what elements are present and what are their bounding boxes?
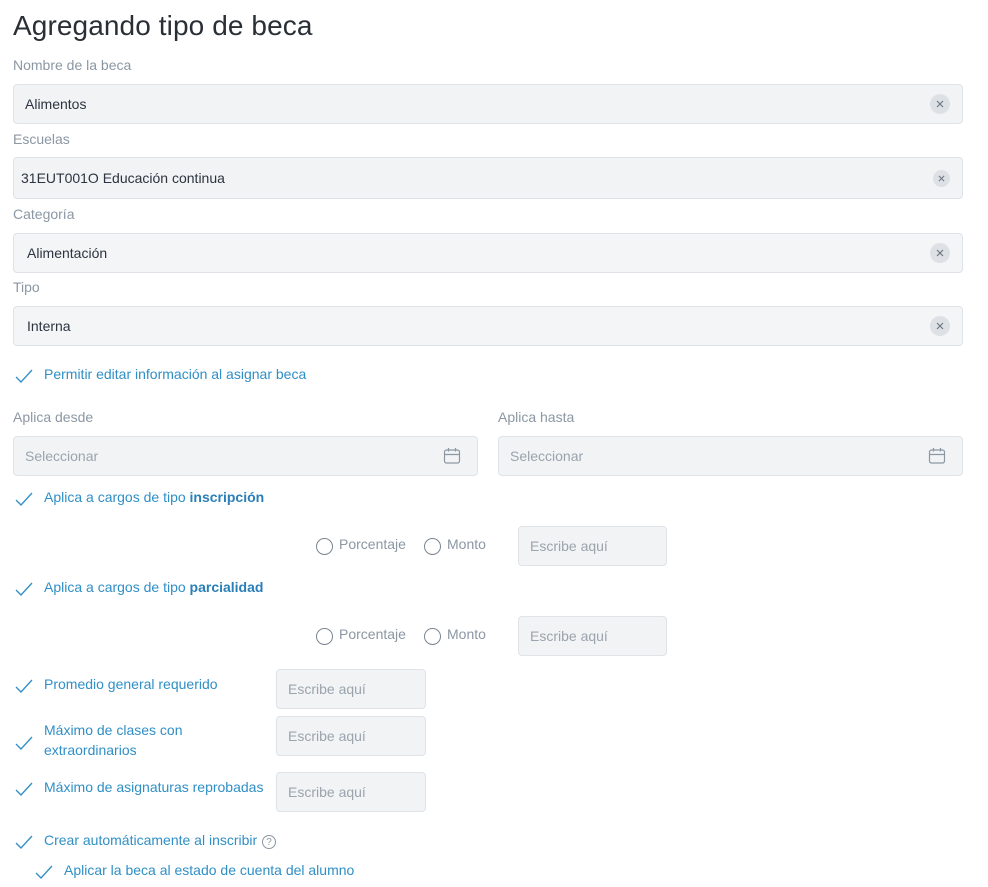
- max-extra-label-line1: Máximo de clases con: [44, 722, 183, 738]
- aplicar-estado-checkbox[interactable]: [35, 865, 53, 884]
- parcialidad-monto-radio[interactable]: [424, 628, 441, 645]
- parcialidad-porcentaje-label[interactable]: Porcentaje: [339, 626, 406, 642]
- parcialidad-prefix: Aplica a cargos de tipo: [44, 579, 190, 595]
- inscripcion-monto-label[interactable]: Monto: [447, 536, 486, 552]
- max-extra-label-line2: extraordinarios: [44, 742, 137, 758]
- inscripcion-bold: inscripción: [189, 489, 265, 505]
- tipo-select[interactable]: Interna: [13, 306, 963, 346]
- aplica-desde-label: Aplica desde: [13, 409, 94, 425]
- aplica-desde-placeholder: Seleccionar: [25, 448, 99, 464]
- parcialidad-label[interactable]: Aplica a cargos de tipo parcialidad: [44, 577, 263, 597]
- tipo-value: Interna: [27, 318, 71, 334]
- max-reprobadas-checkbox[interactable]: [15, 782, 33, 801]
- nombre-value: Alimentos: [25, 96, 87, 112]
- page-title: Agregando tipo de beca: [13, 10, 313, 41]
- aplica-hasta-placeholder: Seleccionar: [510, 448, 584, 464]
- check-icon: [15, 679, 33, 693]
- check-icon: [15, 835, 33, 849]
- escuelas-select[interactable]: 31EUT001O Educación continua: [13, 157, 963, 199]
- check-icon: [15, 736, 33, 750]
- nombre-input[interactable]: Alimentos: [13, 84, 963, 124]
- aplicar-estado-label[interactable]: Aplicar la beca al estado de cuenta del …: [64, 860, 354, 880]
- check-icon: [15, 492, 33, 506]
- aplica-hasta-label: Aplica hasta: [498, 409, 575, 425]
- aplica-hasta-datepicker[interactable]: Seleccionar: [498, 436, 963, 476]
- promedio-checkbox[interactable]: [15, 679, 33, 698]
- inscripcion-prefix: Aplica a cargos de tipo: [44, 489, 190, 505]
- inscripcion-checkbox[interactable]: [15, 492, 33, 511]
- escuelas-label: Escuelas: [13, 131, 70, 147]
- check-icon: [15, 582, 33, 596]
- inscripcion-label[interactable]: Aplica a cargos de tipo inscripción: [44, 487, 264, 507]
- calendar-icon[interactable]: [443, 447, 461, 465]
- max-reprobadas-input[interactable]: Escribe aquí: [276, 772, 426, 812]
- close-icon[interactable]: [930, 243, 950, 263]
- check-icon: [15, 369, 33, 383]
- close-icon[interactable]: [930, 94, 950, 114]
- max-reprobadas-placeholder: Escribe aquí: [288, 784, 366, 800]
- max-extra-label[interactable]: Máximo de clases con extraordinarios: [44, 720, 183, 760]
- inscripcion-amount-input[interactable]: Escribe aquí: [518, 526, 667, 566]
- crear-auto-label[interactable]: Crear automáticamente al inscribir: [44, 830, 257, 850]
- inscripcion-amount-placeholder: Escribe aquí: [530, 538, 608, 554]
- max-reprobadas-label[interactable]: Máximo de asignaturas reprobadas: [44, 777, 263, 797]
- promedio-label[interactable]: Promedio general requerido: [44, 674, 218, 694]
- permitir-editar-checkbox[interactable]: [15, 369, 33, 388]
- categoria-value: Alimentación: [27, 245, 108, 261]
- calendar-icon[interactable]: [928, 447, 946, 465]
- parcialidad-monto-label[interactable]: Monto: [447, 626, 486, 642]
- max-extra-checkbox[interactable]: [15, 736, 33, 755]
- inscripcion-porcentaje-label[interactable]: Porcentaje: [339, 536, 406, 552]
- promedio-input[interactable]: Escribe aquí: [276, 669, 426, 709]
- tipo-label: Tipo: [13, 279, 40, 295]
- help-icon[interactable]: ?: [262, 835, 276, 849]
- max-extra-placeholder: Escribe aquí: [288, 728, 366, 744]
- aplica-desde-datepicker[interactable]: Seleccionar: [13, 436, 478, 476]
- parcialidad-bold: parcialidad: [189, 579, 264, 595]
- categoria-label: Categoría: [13, 206, 75, 222]
- max-extra-input[interactable]: Escribe aquí: [276, 716, 426, 756]
- inscripcion-monto-radio[interactable]: [424, 538, 441, 555]
- check-icon: [15, 782, 33, 796]
- permitir-editar-label[interactable]: Permitir editar información al asignar b…: [44, 364, 306, 384]
- inscripcion-porcentaje-radio[interactable]: [316, 538, 333, 555]
- categoria-select[interactable]: Alimentación: [13, 233, 963, 273]
- close-icon[interactable]: [933, 170, 950, 187]
- nombre-label: Nombre de la beca: [13, 57, 132, 73]
- parcialidad-amount-input[interactable]: Escribe aquí: [518, 616, 667, 656]
- parcialidad-checkbox[interactable]: [15, 582, 33, 601]
- parcialidad-amount-placeholder: Escribe aquí: [530, 628, 608, 644]
- close-icon[interactable]: [930, 316, 950, 336]
- crear-auto-checkbox[interactable]: [15, 835, 33, 854]
- promedio-placeholder: Escribe aquí: [288, 681, 366, 697]
- parcialidad-porcentaje-radio[interactable]: [316, 628, 333, 645]
- check-icon: [35, 865, 53, 879]
- escuelas-value: 31EUT001O Educación continua: [21, 170, 225, 186]
